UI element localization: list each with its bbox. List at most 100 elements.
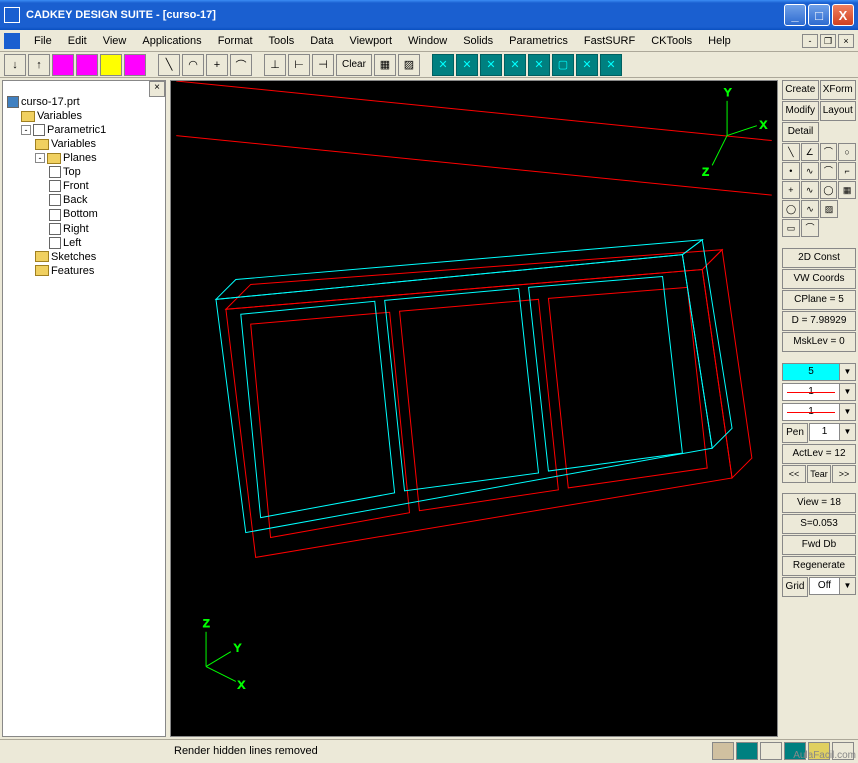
tool-circle-icon[interactable]: ○ <box>838 143 856 161</box>
tool-point-icon[interactable]: • <box>782 162 800 180</box>
close-button[interactable]: X <box>832 4 854 26</box>
cplane-button[interactable]: CPlane = 5 <box>782 290 856 310</box>
dim2-icon[interactable]: ⊢ <box>288 54 310 76</box>
arrow-down-icon[interactable]: ↓ <box>4 54 26 76</box>
menu-help[interactable]: Help <box>700 33 739 49</box>
tree-plane-bottom[interactable]: Bottom <box>7 207 161 221</box>
snap5-icon[interactable]: ✕ <box>528 54 550 76</box>
tree-planes[interactable]: -Planes <box>7 151 161 165</box>
curve-icon[interactable]: ⌒ <box>230 54 252 76</box>
grid-combo[interactable]: Off▼ <box>809 577 856 595</box>
status-btn1[interactable] <box>712 742 734 760</box>
status-btn2[interactable] <box>736 742 758 760</box>
menu-window[interactable]: Window <box>400 33 455 49</box>
tool-arc3-icon[interactable]: ⌒ <box>801 219 819 237</box>
scale-button[interactable]: S=0.053 <box>782 514 856 534</box>
tree-plane-right[interactable]: Right <box>7 222 161 236</box>
maximize-button[interactable]: □ <box>808 4 830 26</box>
arrow-up-icon[interactable]: ↑ <box>28 54 50 76</box>
panel-close-button[interactable]: × <box>149 81 165 97</box>
linetype1-combo[interactable]: 1▼ <box>782 383 856 401</box>
pen-combo[interactable]: 1▼ <box>809 423 856 441</box>
tool-bezier-icon[interactable]: ∿ <box>801 162 819 180</box>
menu-file[interactable]: File <box>26 33 60 49</box>
menu-applications[interactable]: Applications <box>134 33 209 49</box>
next-button[interactable]: >> <box>832 465 856 483</box>
tree-plane-top[interactable]: Top <box>7 165 161 179</box>
prev-button[interactable]: << <box>782 465 806 483</box>
tool-grid-icon[interactable]: ▦ <box>838 181 856 199</box>
tool-arc2-icon[interactable]: ⌒ <box>820 162 838 180</box>
snap8-icon[interactable]: ✕ <box>600 54 622 76</box>
tool-fillet-icon[interactable]: ⌐ <box>838 162 856 180</box>
tree-plane-front[interactable]: Front <box>7 179 161 193</box>
tree-root[interactable]: curso-17.prt <box>7 95 161 109</box>
fwddb-button[interactable]: Fwd Db <box>782 535 856 555</box>
tool-hatch-icon[interactable]: ▨ <box>820 200 838 218</box>
tree-parametric[interactable]: -Parametric1 <box>7 123 161 137</box>
actlev-button[interactable]: ActLev = 12 <box>782 444 856 464</box>
tree-plane-left[interactable]: Left <box>7 236 161 250</box>
status-btn3[interactable] <box>760 742 782 760</box>
xform-button[interactable]: XForm <box>820 80 857 100</box>
tree-variables[interactable]: Variables <box>7 109 161 123</box>
tree-sketches[interactable]: Sketches <box>7 250 161 264</box>
tool-spline-icon[interactable]: ∿ <box>801 181 819 199</box>
snap4-icon[interactable]: ✕ <box>504 54 526 76</box>
tree-plane-back[interactable]: Back <box>7 193 161 207</box>
create-button[interactable]: Create <box>782 80 819 100</box>
tool2-icon[interactable]: ▨ <box>398 54 420 76</box>
box-yellow-icon[interactable] <box>100 54 122 76</box>
menu-parametrics[interactable]: Parametrics <box>501 33 576 49</box>
menu-data[interactable]: Data <box>302 33 341 49</box>
tool-cross-icon[interactable]: + <box>782 181 800 199</box>
modify-button[interactable]: Modify <box>782 101 819 121</box>
tree-features[interactable]: Features <box>7 264 161 278</box>
line-icon[interactable]: ╲ <box>158 54 180 76</box>
menu-fastsurf[interactable]: FastSURF <box>576 33 643 49</box>
box-magenta-3-icon[interactable] <box>124 54 146 76</box>
tool-wave-icon[interactable]: ∿ <box>801 200 819 218</box>
snap2-icon[interactable]: ✕ <box>456 54 478 76</box>
minimize-button[interactable]: _ <box>784 4 806 26</box>
snap6-icon[interactable]: ▢ <box>552 54 574 76</box>
tool1-icon[interactable]: ▦ <box>374 54 396 76</box>
arc-icon[interactable]: ◠ <box>182 54 204 76</box>
tree-param-vars[interactable]: Variables <box>7 137 161 151</box>
tear-button[interactable]: Tear <box>807 465 831 483</box>
tool-angle-icon[interactable]: ∠ <box>801 143 819 161</box>
cross-icon[interactable]: + <box>206 54 228 76</box>
dim3-icon[interactable]: ⊣ <box>312 54 334 76</box>
vwcoords-button[interactable]: VW Coords <box>782 269 856 289</box>
snap3-icon[interactable]: ✕ <box>480 54 502 76</box>
tool-curve-icon[interactable]: ⌒ <box>820 143 838 161</box>
regenerate-button[interactable]: Regenerate <box>782 556 856 576</box>
snap7-icon[interactable]: ✕ <box>576 54 598 76</box>
menu-tools[interactable]: Tools <box>261 33 303 49</box>
doc-restore-button[interactable]: ❐ <box>820 34 836 48</box>
menu-format[interactable]: Format <box>210 33 261 49</box>
view-button[interactable]: View = 18 <box>782 493 856 513</box>
tool-oval-icon[interactable]: ◯ <box>782 200 800 218</box>
menu-edit[interactable]: Edit <box>60 33 95 49</box>
box-magenta-2-icon[interactable] <box>76 54 98 76</box>
doc-minimize-button[interactable]: - <box>802 34 818 48</box>
clear-button[interactable]: Clear <box>336 54 372 76</box>
menu-view[interactable]: View <box>95 33 135 49</box>
viewport-3d[interactable]: Y X Z Z X Y <box>170 80 778 737</box>
const2d-button[interactable]: 2D Const <box>782 248 856 268</box>
dim1-icon[interactable]: ⊥ <box>264 54 286 76</box>
menu-solids[interactable]: Solids <box>455 33 501 49</box>
linetype2-combo[interactable]: 1▼ <box>782 403 856 421</box>
detail-button[interactable]: Detail <box>782 122 819 142</box>
msklev-button[interactable]: MskLev = 0 <box>782 332 856 352</box>
menu-cktools[interactable]: CKTools <box>643 33 700 49</box>
layout-button[interactable]: Layout <box>820 101 857 121</box>
doc-close-button[interactable]: × <box>838 34 854 48</box>
tool-rect-icon[interactable]: ▭ <box>782 219 800 237</box>
d-button[interactable]: D = 7.98929 <box>782 311 856 331</box>
snap1-icon[interactable]: ✕ <box>432 54 454 76</box>
box-magenta-1-icon[interactable] <box>52 54 74 76</box>
color-combo[interactable]: 5▼ <box>782 363 856 381</box>
tool-line-icon[interactable]: ╲ <box>782 143 800 161</box>
